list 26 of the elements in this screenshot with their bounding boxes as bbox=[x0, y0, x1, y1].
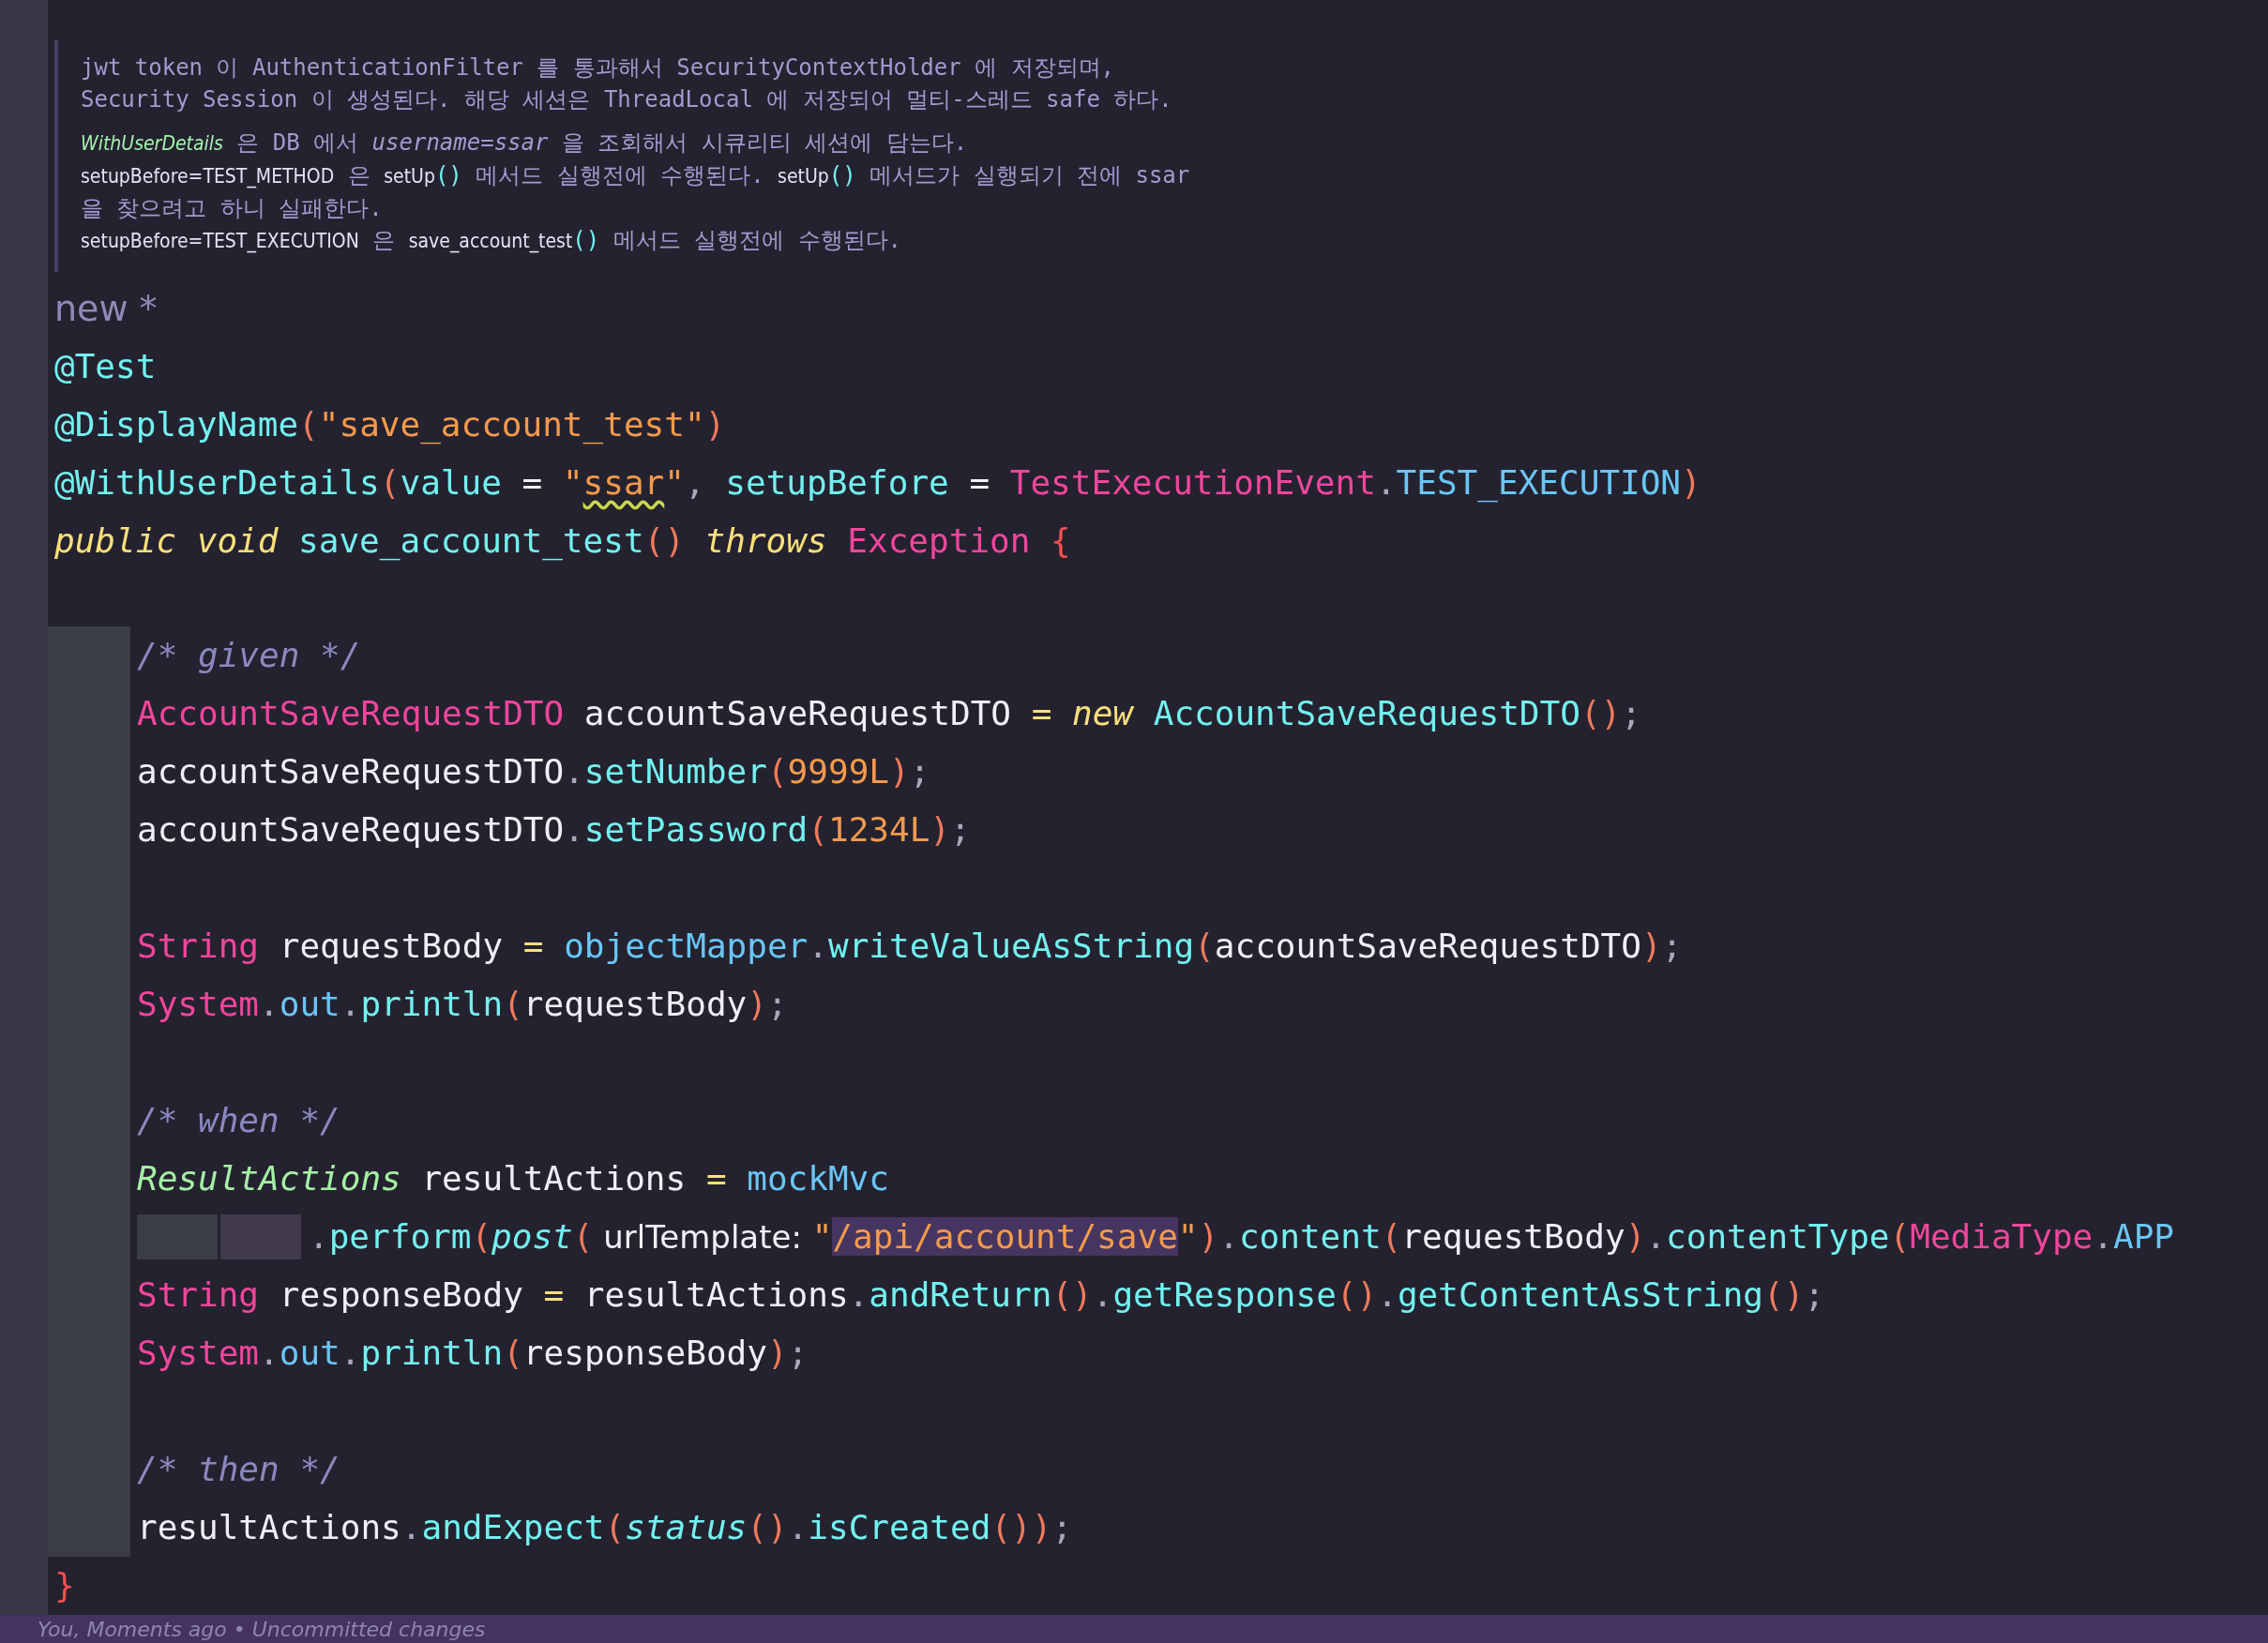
comment-line: Security Session 이 생성된다. 해당 세션은 ThreadLocal 에 저장되어 멀티-스레드 safe 하다. bbox=[81, 85, 1173, 114]
comment-line: 을 찾으려고 하니 실패한다. bbox=[81, 194, 384, 223]
code-line: accountSaveRequestDTO.setPassword(1234L); bbox=[136, 809, 972, 851]
blame-annotation: You, Moments ago • Uncommitted changes bbox=[38, 1617, 486, 1641]
code-line: .perform(post( urlTemplate: "/api/account/save").content(requestBody).contentType(MediaType.APP bbox=[309, 1216, 2174, 1258]
code-line: String responseBody = resultActions.andReturn().getResponse().getContentAsString(); bbox=[136, 1274, 1826, 1316]
author-hint[interactable]: new * bbox=[54, 288, 158, 329]
code-line: public void save_account_test() throws Exception { bbox=[53, 520, 1072, 563]
code-line: /* then */ bbox=[136, 1449, 341, 1490]
comment-line: WithUserDetails 은 DB 에서 username=ssar 을 조회해서 시큐리티 세션에 담는다. bbox=[81, 128, 969, 158]
code-line: AccountSaveRequestDTO accountSaveRequestDTO = new AccountSaveRequestDTO(); bbox=[136, 693, 1642, 734]
code-line: /* given */ bbox=[136, 635, 362, 676]
code-line: String requestBody = objectMapper.writeValueAsString(accountSaveRequestDTO); bbox=[136, 926, 1684, 967]
code-line: /* when */ bbox=[136, 1100, 341, 1141]
comment-line: setupBefore=TEST_METHOD 은 setUp() 메서드 실행전에 수행된다. setUp() 메서드가 실행되기 전에 ssar bbox=[81, 161, 1191, 190]
code-line: } bbox=[53, 1565, 76, 1606]
comment-line: setupBefore=TEST_EXECUTION 은 save_account_test() 메서드 실행전에 수행된다. bbox=[81, 226, 903, 255]
code-line: resultActions.andExpect(status().isCreated()); bbox=[136, 1507, 1074, 1548]
code-line: System.out.println(requestBody); bbox=[136, 984, 789, 1025]
comment-line: jwt token 이 AuthenticationFilter 를 통과해서 SecurityContextHolder 에 저장되며, bbox=[81, 53, 1116, 83]
code-line: ResultActions resultActions = mockMvc bbox=[136, 1158, 890, 1199]
code-line: @Test bbox=[53, 346, 158, 387]
code-line: @WithUserDetails(value = "ssar", setupBefore = TestExecutionEvent.TEST_EXECUTION) bbox=[53, 462, 1702, 505]
code-line: @DisplayName("save_account_test") bbox=[53, 404, 727, 446]
code-line: accountSaveRequestDTO.setNumber(9999L); bbox=[136, 751, 931, 792]
code-line: System.out.println(responseBody); bbox=[136, 1333, 809, 1374]
